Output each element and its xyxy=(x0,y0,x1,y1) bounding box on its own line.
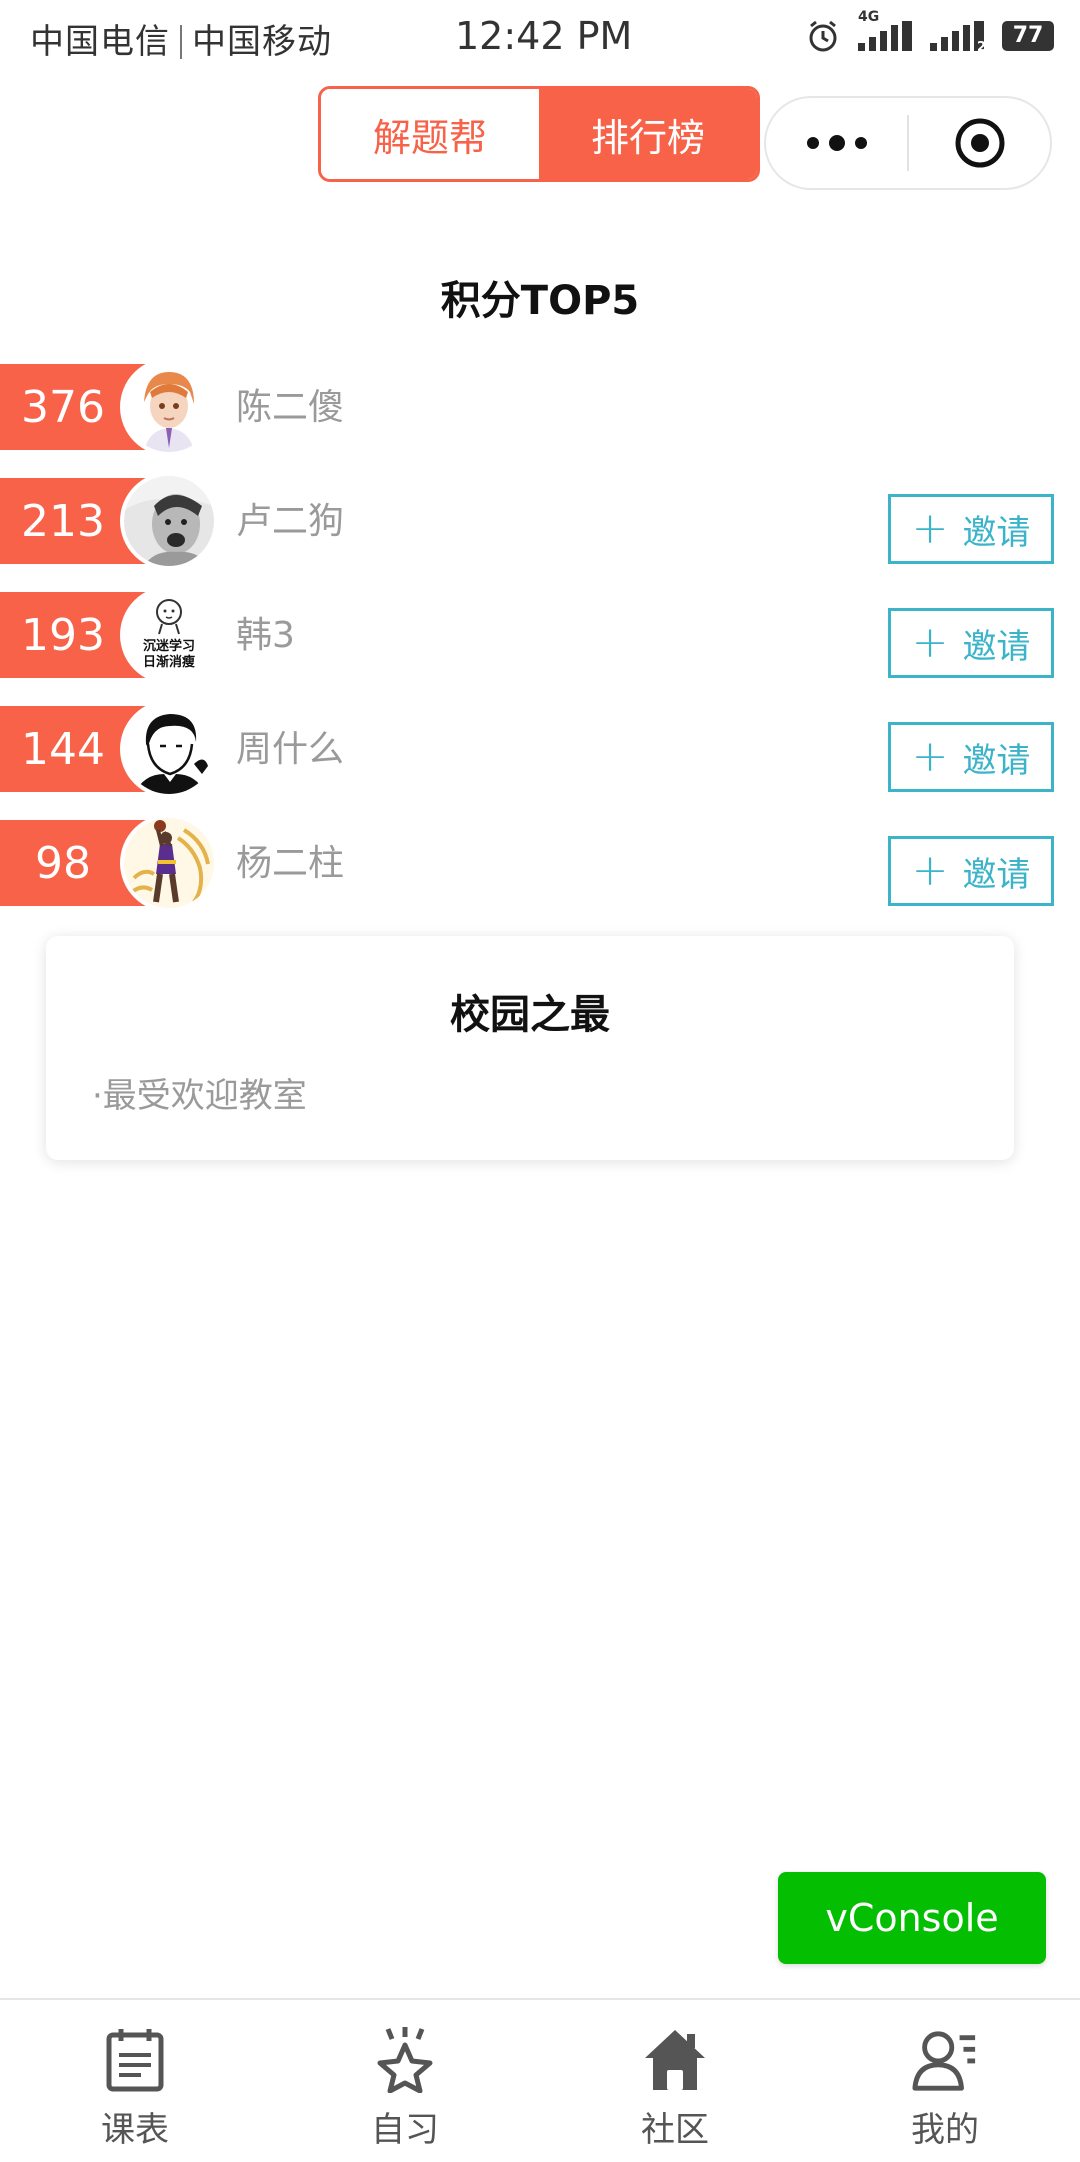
tab-community[interactable]: 社区 xyxy=(540,2000,810,2162)
avatar[interactable]: 沉迷学习 日渐消瘦 xyxy=(124,590,214,680)
tab-jieti[interactable]: 解题帮 xyxy=(321,89,539,179)
network-label: 4G xyxy=(858,9,880,25)
sim2-label: 2 xyxy=(976,40,986,55)
leaderboard-title: 积分TOP5 xyxy=(440,278,640,324)
vconsole-button[interactable]: vConsole xyxy=(778,1872,1046,1964)
campus-card-title: 校园之最 xyxy=(450,992,610,1038)
tab-self-study[interactable]: 自习 xyxy=(270,2000,540,2162)
star-icon xyxy=(371,2026,439,2094)
avatar[interactable] xyxy=(124,476,214,566)
user-name: 韩3 xyxy=(236,615,295,656)
plus-icon: + xyxy=(911,845,949,896)
home-icon xyxy=(641,2026,709,2094)
carrier-info: 中国电信 中国移动 xyxy=(30,14,332,63)
rank-row: 213 卢二狗 + 邀请 xyxy=(0,476,1080,566)
signal-bars-icon xyxy=(930,21,984,51)
battery-icon: 77 xyxy=(1002,21,1054,51)
avatar-meme-line-2: 日渐消瘦 xyxy=(142,655,195,670)
carrier-right: 中国移动 xyxy=(192,22,332,62)
tab-label: 自习 xyxy=(371,2110,439,2150)
signal-bars-icon xyxy=(858,21,912,51)
status-bar: 中国电信 中国移动 12:42 PM 4G 2 77 xyxy=(0,0,1080,72)
invite-label: 邀请 xyxy=(962,626,1031,667)
invite-label: 邀请 xyxy=(962,512,1031,553)
carrier-separator xyxy=(180,25,182,59)
tab-leaderboard[interactable]: 排行榜 xyxy=(539,89,757,179)
tab-label: 社区 xyxy=(641,2110,709,2150)
user-name: 杨二柱 xyxy=(236,843,345,884)
invite-label: 邀请 xyxy=(962,740,1031,781)
invite-label: 邀请 xyxy=(962,854,1031,895)
user-name: 卢二狗 xyxy=(236,501,345,542)
target-close-icon[interactable] xyxy=(909,116,1050,170)
avatar[interactable] xyxy=(124,704,214,794)
status-time: 12:42 PM xyxy=(455,14,633,58)
plus-icon: + xyxy=(911,503,949,554)
tab-mine[interactable]: 我的 xyxy=(810,2000,1080,2162)
miniprogram-capsule xyxy=(764,96,1052,190)
system-indicators: 4G 2 77 xyxy=(806,9,1054,56)
tab-label: 我的 xyxy=(911,2110,979,2150)
invite-button[interactable]: + 邀请 xyxy=(888,494,1054,564)
invite-button[interactable]: + 邀请 xyxy=(888,836,1054,906)
tab-label: 课表 xyxy=(101,2110,169,2150)
tab-schedule[interactable]: 课表 xyxy=(0,2000,270,2162)
avatar[interactable] xyxy=(124,362,214,452)
avatar[interactable] xyxy=(124,818,214,908)
alarm-icon xyxy=(809,20,837,52)
plus-icon: + xyxy=(911,731,949,782)
top-segmented-control: 解题帮 排行榜 xyxy=(318,86,760,182)
campus-item-popular-classroom[interactable]: ·最受欢迎教室 xyxy=(92,1068,307,1117)
profile-icon xyxy=(911,2026,979,2094)
avatar-meme-line-1: 沉迷学习 xyxy=(142,639,195,654)
signal-sim2: 2 xyxy=(930,21,986,55)
user-name: 周什么 xyxy=(236,729,345,770)
more-dots-icon[interactable] xyxy=(766,135,907,151)
rank-row: 376 陈二傻 xyxy=(0,362,1080,452)
rank-row: 193 沉迷学习 日渐消瘦 韩3 + 邀请 xyxy=(0,590,1080,680)
schedule-icon xyxy=(101,2026,169,2094)
rank-row: 98 杨二柱 + 邀请 xyxy=(0,818,1080,908)
carrier-left: 中国电信 xyxy=(30,22,170,62)
rank-row: 144 周什么 + 邀请 xyxy=(0,704,1080,794)
invite-button[interactable]: + 邀请 xyxy=(888,608,1054,678)
invite-button[interactable]: + 邀请 xyxy=(888,722,1054,792)
signal-4g: 4G xyxy=(858,9,912,51)
user-name: 陈二傻 xyxy=(236,387,345,428)
bottom-tab-bar: 课表 自习 社区 我的 xyxy=(0,1998,1080,2162)
plus-icon: + xyxy=(911,617,949,668)
campus-best-card: 校园之最 ·最受欢迎教室 xyxy=(46,936,1014,1160)
